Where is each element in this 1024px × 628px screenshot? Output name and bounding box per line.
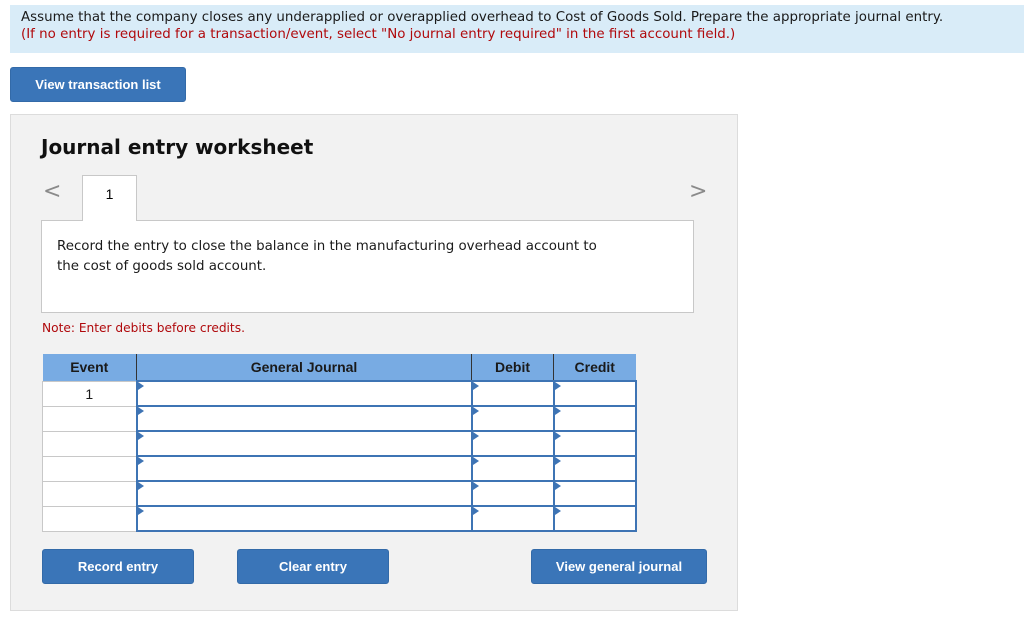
dropdown-marker-icon: [137, 432, 144, 440]
dropdown-marker-icon: [554, 457, 561, 465]
event-cell: [42, 480, 137, 507]
event-cell: 1: [42, 380, 137, 407]
debit-cell[interactable]: [470, 505, 555, 532]
table-row: [42, 430, 637, 457]
debit-cell[interactable]: [470, 480, 555, 507]
credit-cell[interactable]: [552, 455, 637, 482]
event-cell: [42, 455, 137, 482]
dropdown-marker-icon: [137, 407, 144, 415]
clear-entry-button[interactable]: Clear entry: [237, 549, 389, 584]
dropdown-marker-icon: [554, 382, 561, 390]
dropdown-marker-icon: [472, 407, 479, 415]
header-debit: Debit: [471, 354, 554, 381]
credit-input[interactable]: [554, 407, 635, 430]
credit-cell[interactable]: [552, 480, 637, 507]
dropdown-marker-icon: [472, 507, 479, 515]
table-row: [42, 455, 637, 482]
debit-cell[interactable]: [470, 405, 555, 432]
account-cell[interactable]: [135, 380, 473, 407]
account-cell[interactable]: [135, 455, 473, 482]
dropdown-marker-icon: [137, 507, 144, 515]
credit-input[interactable]: [554, 482, 635, 505]
note-text: Note: Enter debits before credits.: [42, 321, 245, 335]
header-event: Event: [42, 354, 137, 381]
tab-1[interactable]: 1: [82, 175, 137, 221]
debit-input[interactable]: [472, 457, 553, 480]
dropdown-marker-icon: [554, 507, 561, 515]
dropdown-marker-icon: [137, 457, 144, 465]
account-input[interactable]: [137, 407, 471, 430]
dropdown-marker-icon: [137, 482, 144, 490]
credit-input[interactable]: [554, 507, 635, 530]
dropdown-marker-icon: [554, 482, 561, 490]
worksheet-title: Journal entry worksheet: [41, 135, 314, 159]
credit-input[interactable]: [554, 457, 635, 480]
record-entry-button[interactable]: Record entry: [42, 549, 194, 584]
header-credit: Credit: [553, 354, 636, 381]
dropdown-marker-icon: [554, 407, 561, 415]
account-input[interactable]: [137, 507, 471, 530]
event-cell: [42, 405, 137, 432]
dropdown-marker-icon: [472, 482, 479, 490]
journal-table: Event General Journal Debit Credit 1: [42, 354, 637, 532]
prompt-text: Record the entry to close the balance in…: [57, 239, 597, 274]
table-header-row: Event General Journal Debit Credit: [42, 354, 636, 381]
instructions-banner: Assume that the company closes any under…: [10, 5, 1024, 53]
instruction-note: (If no entry is required for a transacti…: [21, 27, 736, 42]
account-input[interactable]: [137, 432, 471, 455]
credit-cell[interactable]: [552, 430, 637, 457]
debit-cell[interactable]: [470, 380, 555, 407]
debit-cell[interactable]: [470, 455, 555, 482]
table-row: [42, 505, 637, 532]
table-row: [42, 480, 637, 507]
account-input[interactable]: [137, 457, 471, 480]
view-transaction-list-button[interactable]: View transaction list: [10, 67, 186, 102]
chevron-right-icon[interactable]: >: [689, 179, 707, 205]
header-general-journal: General Journal: [136, 354, 472, 381]
credit-input[interactable]: [554, 382, 635, 405]
table-row: 1: [42, 380, 637, 407]
account-input[interactable]: [137, 382, 471, 405]
debit-cell[interactable]: [470, 430, 555, 457]
view-general-journal-button[interactable]: View general journal: [531, 549, 707, 584]
credit-cell[interactable]: [552, 380, 637, 407]
debit-input[interactable]: [472, 507, 553, 530]
dropdown-marker-icon: [472, 382, 479, 390]
dropdown-marker-icon: [472, 432, 479, 440]
debit-input[interactable]: [472, 482, 553, 505]
credit-cell[interactable]: [552, 405, 637, 432]
account-input[interactable]: [137, 482, 471, 505]
debit-input[interactable]: [472, 432, 553, 455]
instruction-text: Assume that the company closes any under…: [21, 10, 944, 25]
debit-input[interactable]: [472, 407, 553, 430]
event-cell: [42, 430, 137, 457]
dropdown-marker-icon: [554, 432, 561, 440]
dropdown-marker-icon: [472, 457, 479, 465]
prompt-box: Record the entry to close the balance in…: [41, 220, 694, 313]
account-cell[interactable]: [135, 505, 473, 532]
account-cell[interactable]: [135, 430, 473, 457]
account-cell[interactable]: [135, 480, 473, 507]
table-row: [42, 405, 637, 432]
chevron-left-icon[interactable]: <: [43, 179, 61, 205]
account-cell[interactable]: [135, 405, 473, 432]
credit-input[interactable]: [554, 432, 635, 455]
dropdown-marker-icon: [137, 382, 144, 390]
credit-cell[interactable]: [552, 505, 637, 532]
debit-input[interactable]: [472, 382, 553, 405]
journal-entry-worksheet: Journal entry worksheet < 1 > Record the…: [10, 114, 738, 611]
event-cell: [42, 505, 137, 532]
